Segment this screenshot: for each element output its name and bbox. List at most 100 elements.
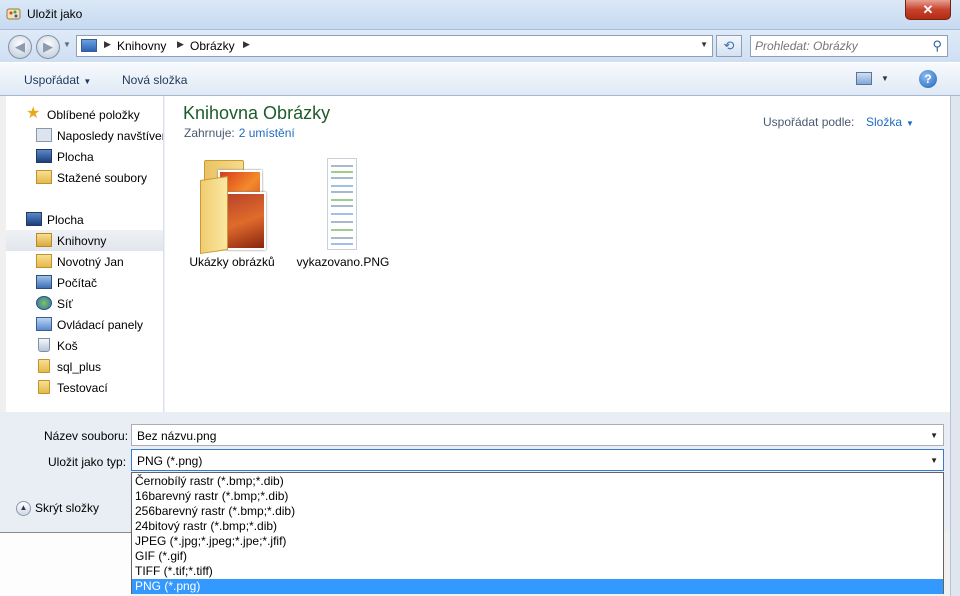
sidebar-item-label: Oblíbené položky [47,108,140,122]
chevron-down-icon: ▼ [83,77,92,86]
search-icon[interactable]: ⚲ [932,38,942,54]
sidebar-item-recycle-bin[interactable]: Koš [6,335,163,356]
sidebar-item-sql-plus[interactable]: sql_plus [6,356,163,377]
breadcrumb-chevron-icon[interactable]: ▶ [104,39,111,50]
change-view-icon[interactable] [856,72,872,85]
search-input[interactable] [755,39,925,53]
arrange-by-value: Složka [866,115,903,129]
sidebar-item-label: Testovací [57,381,108,395]
file-name: vykazovano.PNG [296,255,390,269]
paint-app-icon [6,8,21,20]
libraries-icon [36,233,52,247]
hide-folders-button[interactable]: ▲ Skrýt složky [16,501,100,517]
title-bar: Uložit jako ✕ [0,0,960,30]
help-button[interactable]: ? [919,70,937,88]
forward-button[interactable]: ▶ [36,35,60,59]
arrange-by-dropdown[interactable]: Složka ▼ [866,115,914,129]
includes-label: Zahrnuje: [184,126,235,140]
sidebar-item-desktop-favorite[interactable]: Plocha [6,146,163,167]
window-title: Uložit jako [27,7,83,21]
filetype-option[interactable]: 24bitový rastr (*.bmp;*.dib) [132,519,943,534]
arrange-by-label: Uspořádat podle: [763,115,855,129]
breadcrumb-pictures[interactable]: Obrázky [190,39,235,53]
recent-pages-chevron-down-icon[interactable]: ▼ [63,40,71,49]
filetype-option[interactable]: GIF (*.gif) [132,549,943,564]
chevron-down-icon: ▼ [906,119,914,128]
sidebar-item-favorites[interactable]: ★ Oblíbené položky [6,104,163,125]
sidebar-item-testovaci[interactable]: Testovací [6,377,163,398]
organize-label: Uspořádat [24,73,80,87]
png-thumbnail-icon [327,158,357,250]
filename-label: Název souboru: [44,429,129,443]
desktop-icon [26,212,42,226]
sidebar-item-downloads[interactable]: Stažené soubory [6,167,163,188]
background-window [0,532,131,596]
filetype-label: Uložit jako typ: [48,455,127,469]
downloads-icon [36,170,52,184]
organize-button[interactable]: Uspořádat ▼ [24,73,91,87]
recycle-bin-icon [38,338,50,352]
filetype-select[interactable]: PNG (*.png) ▼ [131,449,944,471]
library-includes: Zahrnuje: 2 umístění [184,126,295,140]
new-folder-button[interactable]: Nová složka [122,73,187,87]
navigation-bar: ◀ ▶ ▼ ▶ Knihovny ▶ Obrázky ▶ ▼ ⟲ ⚲ [0,30,960,62]
sidebar-item-label: sql_plus [57,360,102,374]
filetype-option[interactable]: TIFF (*.tif;*.tiff) [132,564,943,579]
sidebar-item-label: Síť [57,297,73,311]
library-title: Knihovna Obrázky [183,103,331,123]
back-button[interactable]: ◀ [8,35,32,59]
filetype-dropdown-list: Černobílý rastr (*.bmp;*.dib) 16barevný … [131,472,944,594]
folder-icon [38,380,50,394]
file-item-vykazovano[interactable]: vykazovano.PNG [293,158,393,270]
breadcrumb-chevron-icon[interactable]: ▶ [177,39,184,50]
sidebar-item-label: Plocha [57,150,94,164]
sidebar-item-control-panel[interactable]: Ovládací panely [6,314,163,335]
search-box[interactable]: ⚲ [750,35,948,57]
sidebar-item-user[interactable]: Novotný Jan [6,251,163,272]
computer-icon [36,275,52,289]
chevron-down-icon[interactable]: ▼ [930,431,938,440]
address-history-chevron-down-icon[interactable]: ▼ [700,40,708,49]
star-icon: ★ [26,105,41,122]
filetype-value: PNG (*.png) [137,454,203,468]
filename-field[interactable]: Bez názvu.png [137,429,216,443]
file-name: Ukázky obrázků [189,255,275,269]
file-item-sample-pictures[interactable]: Ukázky obrázků [182,158,282,270]
file-list-pane: Knihovna Obrázky Zahrnuje: 2 umístění Usp… [165,96,950,412]
filetype-option[interactable]: 256barevný rastr (*.bmp;*.dib) [132,504,943,519]
view-options-chevron-down-icon[interactable]: ▼ [881,74,889,83]
sidebar-item-desktop[interactable]: Plocha [6,209,163,230]
command-bar: Uspořádat ▼ Nová složka ▼ ? [0,62,960,96]
sidebar-item-recent-places[interactable]: Naposledy navštívené [6,125,163,146]
sidebar-item-label: Koš [57,339,78,353]
window-right-edge [950,96,960,596]
sidebar-item-label: Knihovny [57,234,107,248]
sidebar-item-libraries[interactable]: Knihovny [6,230,163,251]
close-button[interactable]: ✕ [905,0,951,20]
address-bar[interactable]: ▶ Knihovny ▶ Obrázky ▶ ▼ [76,35,713,57]
desktop-icon [36,149,52,163]
breadcrumb-chevron-icon[interactable]: ▶ [243,39,250,50]
user-folder-icon [36,254,52,268]
filetype-option[interactable]: JPEG (*.jpg;*.jpeg;*.jpe;*.jfif) [132,534,943,549]
filetype-option[interactable]: Černobílý rastr (*.bmp;*.dib) [132,474,943,489]
chevron-up-icon: ▲ [16,501,31,517]
libraries-location-icon [81,39,97,52]
control-panel-icon [36,317,52,331]
sidebar-item-network[interactable]: Síť [6,293,163,314]
refresh-button[interactable]: ⟲ [716,35,742,57]
breadcrumb-libraries[interactable]: Knihovny [117,39,166,53]
filetype-option-selected[interactable]: PNG (*.png) [132,579,943,594]
sidebar-item-computer[interactable]: Počítač [6,272,163,293]
chevron-down-icon[interactable]: ▼ [930,456,938,465]
sidebar-item-label: Počítač [57,276,98,290]
filetype-option[interactable]: 16barevný rastr (*.bmp;*.dib) [132,489,943,504]
network-icon [36,296,52,310]
navigation-pane: ★ Oblíbené položky Naposledy navštívené … [6,96,164,412]
library-locations-link[interactable]: 2 umístění [239,126,295,140]
filename-combobox[interactable]: Bez názvu.png ▼ [131,424,944,446]
sidebar-item-label: Stažené soubory [57,171,148,185]
recent-places-icon [36,128,52,142]
pictures-folder-icon [196,158,268,254]
hide-folders-label: Skrýt složky [35,501,100,515]
